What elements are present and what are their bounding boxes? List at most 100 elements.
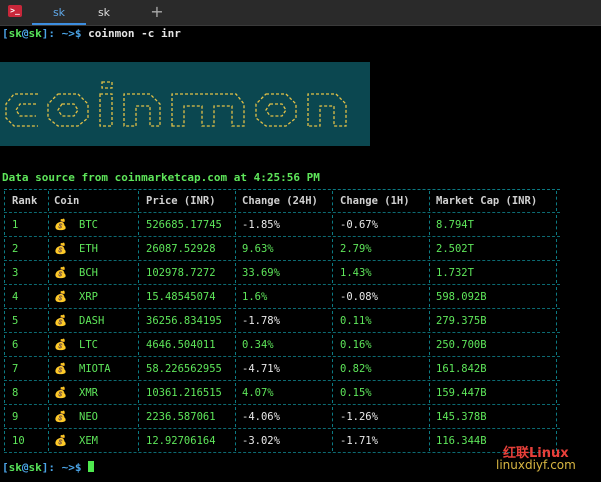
column-divider <box>4 431 5 451</box>
column-divider <box>138 359 139 379</box>
column-divider <box>332 311 333 331</box>
tab-sk[interactable]: sk <box>70 0 138 25</box>
header-coin: Coin <box>54 195 80 207</box>
prompt-bracket: [ <box>2 461 9 474</box>
coin-symbol-cell: XMR <box>79 387 98 399</box>
column-divider <box>235 407 236 427</box>
market-cap-cell: 250.700B <box>436 339 487 351</box>
coin-symbol-cell: NEO <box>79 411 98 423</box>
column-divider <box>138 239 139 259</box>
column-divider <box>235 191 236 211</box>
change-24h-cell: -1.85% <box>242 219 280 231</box>
table-row: 3 💰 BCH 102978.7272 33.69% 1.43% 1.732T <box>4 261 560 285</box>
header-change-1h: Change (1H) <box>340 195 410 207</box>
column-divider <box>556 287 557 307</box>
price-cell: 102978.7272 <box>146 267 216 279</box>
price-cell: 526685.17745 <box>146 219 222 231</box>
rank-cell: 7 <box>12 363 19 375</box>
column-divider <box>332 263 333 283</box>
prompt-user: sk <box>8 461 22 474</box>
column-divider <box>332 383 333 403</box>
coin-symbol-cell: BTC <box>79 219 98 231</box>
coinmon-banner <box>0 62 370 146</box>
new-tab-button[interactable]: + <box>150 2 164 22</box>
column-divider <box>429 359 430 379</box>
change-24h-cell: 9.63% <box>242 243 274 255</box>
column-divider <box>138 407 139 427</box>
header-market-cap: Market Cap (INR) <box>436 195 538 207</box>
column-divider <box>429 263 430 283</box>
column-divider <box>48 239 49 259</box>
table-row: 6 💰 LTC 4646.504011 0.34% 0.16% 250.700B <box>4 333 560 357</box>
column-divider <box>429 311 430 331</box>
coin-icon: 💰 <box>54 387 68 399</box>
column-divider <box>48 263 49 283</box>
column-divider <box>48 407 49 427</box>
market-cap-cell: 8.794T <box>436 219 474 231</box>
column-divider <box>429 383 430 403</box>
market-cap-cell: 279.375B <box>436 315 487 327</box>
market-cap-cell: 161.842B <box>436 363 487 375</box>
terminal-cursor <box>88 461 95 472</box>
column-divider <box>556 239 557 259</box>
column-divider <box>4 191 5 211</box>
column-divider <box>332 431 333 451</box>
coin-icon: 💰 <box>54 267 68 279</box>
column-divider <box>556 359 557 379</box>
prompt-host: sk <box>28 461 42 474</box>
change-1h-cell: -1.71% <box>340 435 378 447</box>
table-row: 5 💰 DASH 36256.834195 -1.78% 0.11% 279.375B <box>4 309 560 333</box>
column-divider <box>429 407 430 427</box>
rank-cell: 2 <box>12 243 19 255</box>
column-divider <box>235 383 236 403</box>
terminal-icon[interactable]: >_ <box>8 5 22 17</box>
column-divider <box>332 335 333 355</box>
column-divider <box>332 215 333 235</box>
change-24h-cell: 1.6% <box>242 291 268 303</box>
command-text: coinmon -c inr <box>88 27 181 40</box>
command-line: [sk@sk]: ~>$ coinmon -c inr <box>2 27 181 40</box>
column-divider <box>48 383 49 403</box>
column-divider <box>429 239 430 259</box>
coin-symbol-cell: LTC <box>79 339 98 351</box>
change-1h-cell: -1.26% <box>340 411 378 423</box>
prompt-line: [sk@sk]: ~>$ <box>2 461 95 474</box>
column-divider <box>235 335 236 355</box>
market-cap-cell: 145.378B <box>436 411 487 423</box>
column-divider <box>4 383 5 403</box>
column-divider <box>429 287 430 307</box>
price-cell: 26087.52928 <box>146 243 216 255</box>
table-row: 10 💰 XEM 12.92706164 -3.02% -1.71% 116.344B <box>4 429 560 453</box>
price-cell: 15.48545074 <box>146 291 216 303</box>
column-divider <box>138 263 139 283</box>
coin-symbol-cell: XRP <box>79 291 98 303</box>
coin-icon: 💰 <box>54 315 68 327</box>
column-divider <box>556 263 557 283</box>
column-divider <box>48 287 49 307</box>
column-divider <box>4 335 5 355</box>
change-1h-cell: 2.79% <box>340 243 372 255</box>
column-divider <box>4 287 5 307</box>
prompt-path: ]: ~>$ <box>41 461 89 474</box>
column-divider <box>138 215 139 235</box>
column-divider <box>332 359 333 379</box>
change-24h-cell: -3.02% <box>242 435 280 447</box>
column-divider <box>48 431 49 451</box>
coin-icon: 💰 <box>54 243 68 255</box>
prompt-path: ]: ~>$ <box>41 27 89 40</box>
coin-icon: 💰 <box>54 219 68 231</box>
prompt-user: sk <box>8 27 22 40</box>
column-divider <box>235 239 236 259</box>
header-price: Price (INR) <box>146 195 216 207</box>
column-divider <box>235 359 236 379</box>
coin-symbol-cell: ETH <box>79 243 98 255</box>
change-24h-cell: 0.34% <box>242 339 274 351</box>
prompt-bracket: [ <box>2 27 9 40</box>
column-divider <box>48 215 49 235</box>
watermark-url: linuxdiyf.com <box>496 458 576 472</box>
table-row: 4 💰 XRP 15.48545074 1.6% -0.08% 598.092B <box>4 285 560 309</box>
coin-symbol-cell: XEM <box>79 435 98 447</box>
column-divider <box>48 191 49 211</box>
column-divider <box>4 311 5 331</box>
coin-symbol-cell: MIOTA <box>79 363 111 375</box>
